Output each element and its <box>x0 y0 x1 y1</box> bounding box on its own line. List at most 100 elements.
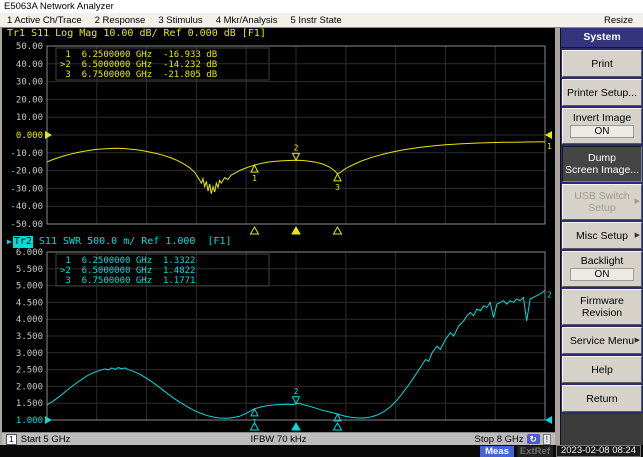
y-tick-label: 5.500 <box>16 265 43 275</box>
softkey-help[interactable]: Help <box>562 356 642 383</box>
y-tick-label: 2.500 <box>16 366 43 376</box>
softkey-misc-setup-label: Misc Setup <box>563 230 641 242</box>
trace1-header[interactable]: Tr1 S11 Log Mag 10.00 dB/ Ref 0.000 dB [… <box>2 28 555 40</box>
softkey-return-label: Return <box>563 393 641 405</box>
instrument-statusbar: Meas ExtRef 2023-02-08 08:24 <box>0 445 643 457</box>
trace1-label: Tr1 <box>7 28 25 40</box>
trace2-header[interactable]: ▶ Tr2 S11 SWR 500.0 m/ Ref 1.000 [F1] <box>2 236 555 248</box>
y-tick-label: 3.000 <box>16 349 43 359</box>
menu-item-5-instr-state[interactable]: 5 Instr State <box>290 15 341 26</box>
svg-text:1: 1 <box>252 174 257 183</box>
softkey-filler <box>561 414 643 445</box>
main-content: Tr1 S11 Log Mag 10.00 dB/ Ref 0.000 dB [… <box>0 28 643 445</box>
y-tick-label: 1.000 <box>16 416 43 426</box>
softkey-backlight-value: ON <box>570 268 634 281</box>
softkey-print[interactable]: Print <box>562 50 642 77</box>
svg-text:3: 3 <box>335 183 340 192</box>
y-tick-label: 4.500 <box>16 298 43 308</box>
softkey-dump-screen-image-label: Dump <box>563 152 641 164</box>
marker-1[interactable]: 1 <box>251 165 258 183</box>
y-tick-label: 40.00 <box>16 60 43 70</box>
marker-table-row: 3 6.7500000 GHz 1.1771 <box>60 276 195 286</box>
ref-level-indicator-left-icon <box>45 416 52 424</box>
softkey-misc-setup[interactable]: Misc Setup▶ <box>562 222 642 249</box>
y-tick-label: 5.000 <box>16 282 43 292</box>
softkey-usb-switch-setup-label: Setup <box>563 202 641 214</box>
active-trace-indicator-icon: ▶ <box>7 236 12 248</box>
y-tick-label: 3.500 <box>16 332 43 342</box>
softkey-backlight[interactable]: BacklightON <box>562 251 642 287</box>
ref-level-indicator-left-icon <box>45 131 52 139</box>
submenu-arrow-icon: ▶ <box>635 230 640 242</box>
resize-button[interactable]: Resize <box>604 15 643 26</box>
softkey-menu-title: System <box>561 28 643 48</box>
stimulus-bar: 1 Start 5 GHz IFBW 70 kHz Stop 8 GHz ↻ ! <box>2 432 555 445</box>
y-tick-label: 50.00 <box>16 42 43 52</box>
y-tick-label: 2.000 <box>16 382 43 392</box>
marker-3-stimulus-icon <box>334 227 342 234</box>
softkey-firmware-revision-label: Revision <box>563 307 641 319</box>
menu-item-2-response[interactable]: 2 Response <box>95 15 146 26</box>
trace1-header-text: S11 Log Mag 10.00 dB/ Ref 0.000 dB [F1] <box>25 28 266 40</box>
marker-table-row: 3 6.7500000 GHz -21.805 dB <box>60 70 217 80</box>
marker-table-row: 1 6.2500000 GHz -16.933 dB <box>60 50 217 60</box>
svg-text:2: 2 <box>294 143 299 152</box>
svg-text:2: 2 <box>294 387 299 396</box>
softkey-invert-image[interactable]: Invert ImageON <box>562 108 642 144</box>
marker-table-row: >2 6.5000000 GHz 1.4822 <box>60 266 195 276</box>
y-tick-label: 6.000 <box>16 248 43 258</box>
softkey-firmware-revision-label: Firmware <box>563 295 641 307</box>
softkey-panel: System Print Printer Setup... Invert Image… <box>560 28 643 445</box>
stop-frequency[interactable]: Stop 8 GHz <box>475 434 524 445</box>
softkey-printer-setup-label: Printer Setup... <box>563 87 641 99</box>
ref-level-indicator-right-icon <box>545 416 552 424</box>
y-tick-label: -20.00 <box>10 167 43 177</box>
trace-number-label: 2 <box>547 291 552 300</box>
datetime-display: 2023-02-08 08:24 <box>556 445 641 457</box>
menubar: 1 Active Ch/Trace 2 Response 3 Stimulus 4 M… <box>0 13 643 28</box>
softkey-help-label: Help <box>563 364 641 376</box>
y-tick-label: 4.000 <box>16 315 43 325</box>
window-titlebar: E5063A Network Analyzer <box>0 0 643 13</box>
y-tick-label: -50.00 <box>10 220 43 230</box>
softkey-invert-image-label: Invert Image <box>563 112 641 124</box>
y-tick-label: 10.00 <box>16 113 43 123</box>
ref-level-indicator-right-icon <box>545 131 552 139</box>
softkey-dump-screen-image[interactable]: DumpScreen Image... <box>562 146 642 182</box>
ifbw-value[interactable]: IFBW 70 kHz <box>188 434 370 445</box>
softkey-usb-switch-setup: USB SwitchSetup▶ <box>562 184 642 220</box>
softkey-return[interactable]: Return <box>562 385 642 412</box>
y-tick-label: -30.00 <box>10 184 43 194</box>
menu-item-1-active-ch-trace[interactable]: 1 Active Ch/Trace <box>7 15 82 26</box>
softkey-usb-switch-setup-label: USB Switch <box>563 190 641 202</box>
marker-table-row: 1 6.2500000 GHz 1.3322 <box>60 256 195 266</box>
meas-status-badge: Meas <box>480 446 514 457</box>
marker-2-stimulus-icon <box>292 227 300 234</box>
log-mag-graph: 50.0040.0030.0020.0010.000.000-10.00-20.… <box>2 40 555 236</box>
continuous-sweep-icon: ↻ <box>527 434 540 444</box>
softkey-backlight-label: Backlight <box>563 255 641 267</box>
y-tick-label: -10.00 <box>10 149 43 159</box>
y-tick-label: 30.00 <box>16 78 43 88</box>
submenu-arrow-icon: ▶ <box>635 335 640 347</box>
menu-item-3-stimulus[interactable]: 3 Stimulus <box>158 15 202 26</box>
y-tick-label: -40.00 <box>10 202 43 212</box>
menu-items: 1 Active Ch/Trace 2 Response 3 Stimulus 4 M… <box>7 15 591 26</box>
extref-status: ExtRef <box>517 446 553 457</box>
window-title: E5063A Network Analyzer <box>4 1 114 12</box>
y-tick-label: 0.000 <box>16 131 43 141</box>
menu-item-4-mkr-analysis[interactable]: 4 Mkr/Analysis <box>216 15 278 26</box>
marker-table-row: >2 6.5000000 GHz -14.232 dB <box>60 60 217 70</box>
softkey-service-menu[interactable]: Service Menu▶ <box>562 327 642 354</box>
marker-3[interactable]: 3 <box>334 174 341 192</box>
softkey-dump-screen-image-label: Screen Image... <box>563 164 641 176</box>
channel-number-badge: 1 <box>6 434 17 445</box>
trace-number-label: 1 <box>547 142 552 151</box>
softkey-printer-setup[interactable]: Printer Setup... <box>562 79 642 106</box>
start-frequency[interactable]: Start 5 GHz <box>21 434 71 445</box>
y-tick-label: 1.500 <box>16 399 43 409</box>
marker-1-stimulus-icon <box>251 227 259 234</box>
softkey-invert-image-value: ON <box>570 125 634 138</box>
softkey-print-label: Print <box>563 58 641 70</box>
softkey-firmware-revision[interactable]: FirmwareRevision <box>562 289 642 325</box>
